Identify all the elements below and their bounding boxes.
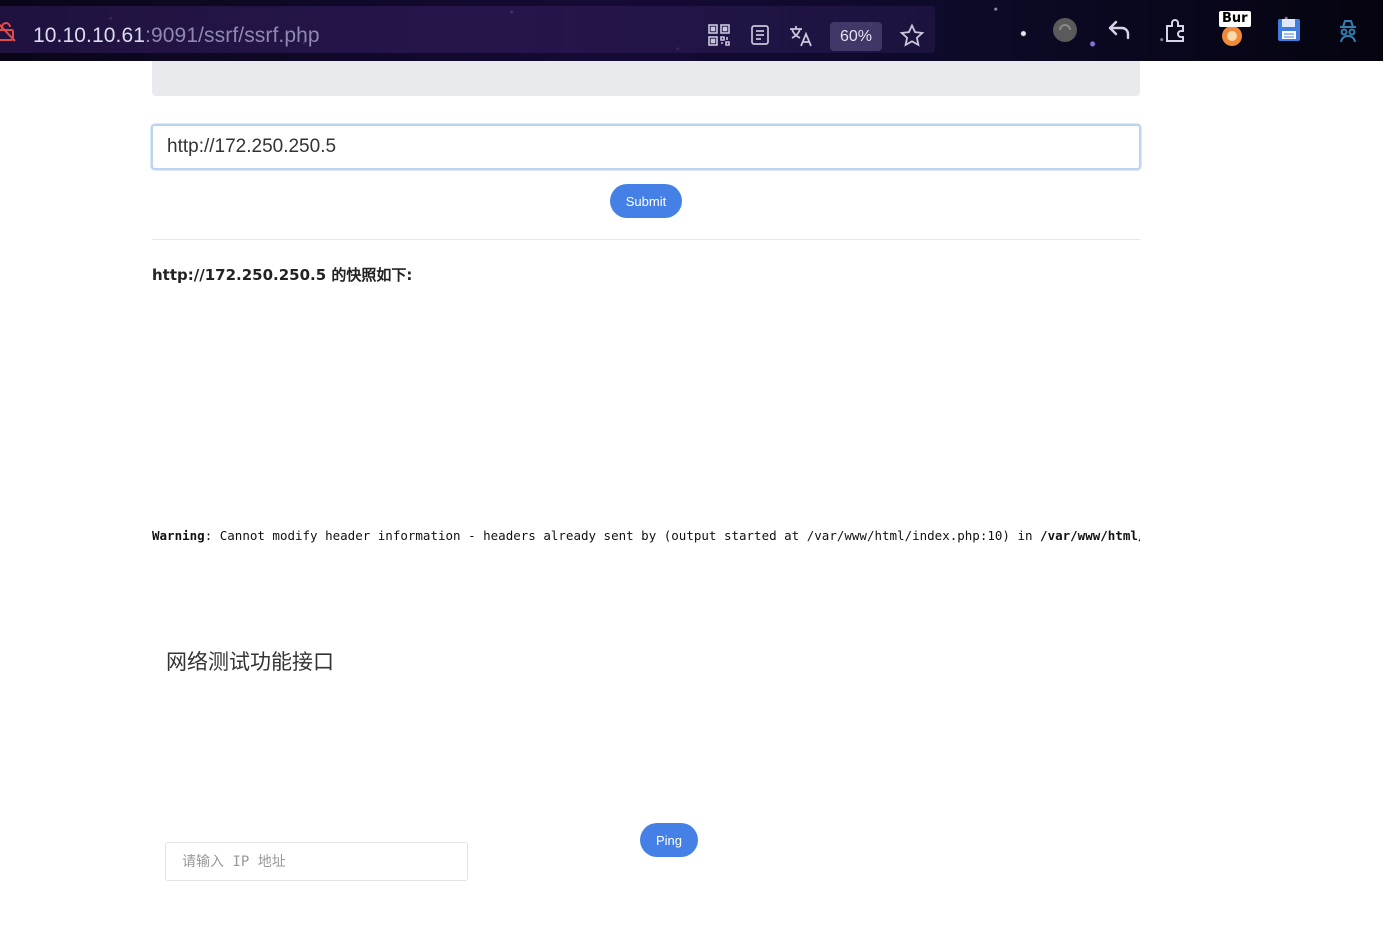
- translate-icon[interactable]: [788, 23, 814, 49]
- url-host: 10.10.10.61: [33, 24, 146, 47]
- header-panel: [152, 61, 1140, 96]
- snapshot-title: http://172.250.250.5 的快照如下:: [152, 266, 413, 284]
- zoom-level-badge[interactable]: 60%: [830, 22, 882, 51]
- warning-path: /var/www/html/inc: [1040, 528, 1140, 543]
- save-icon[interactable]: [1275, 16, 1303, 44]
- warning-label: Warning: [152, 528, 205, 543]
- ssrf-url-input[interactable]: [151, 124, 1141, 170]
- ip-address-input[interactable]: [165, 842, 468, 881]
- reader-mode-icon[interactable]: [748, 23, 774, 49]
- ping-section-title: 网络测试功能接口: [166, 650, 334, 674]
- submit-button[interactable]: Submit: [610, 184, 682, 218]
- browser-toolbar: 10.10.10.61:9091/ssrf/ssrf.php 60% Bur: [0, 0, 1383, 61]
- bookmark-star-icon[interactable]: [899, 23, 925, 49]
- warning-message: : Cannot modify header information - hea…: [204, 528, 1041, 543]
- address-bar[interactable]: 10.10.10.61:9091/ssrf/ssrf.php 60%: [0, 6, 935, 53]
- divider: [152, 239, 1140, 240]
- extensions-puzzle-icon[interactable]: [1162, 16, 1190, 44]
- php-warning: Warning: Cannot modify header informatio…: [152, 528, 1140, 543]
- spy-extension-icon[interactable]: [1334, 16, 1362, 44]
- undo-icon[interactable]: [1106, 16, 1134, 44]
- extension-circle-icon[interactable]: [1051, 16, 1079, 44]
- ping-button[interactable]: Ping: [640, 823, 698, 857]
- url-path: :9091/ssrf/ssrf.php: [145, 24, 320, 47]
- url-text[interactable]: 10.10.10.61:9091/ssrf/ssrf.php: [33, 23, 320, 49]
- burp-badge: Bur: [1219, 11, 1251, 27]
- qr-code-icon[interactable]: [707, 23, 733, 49]
- not-secure-icon[interactable]: [0, 20, 18, 42]
